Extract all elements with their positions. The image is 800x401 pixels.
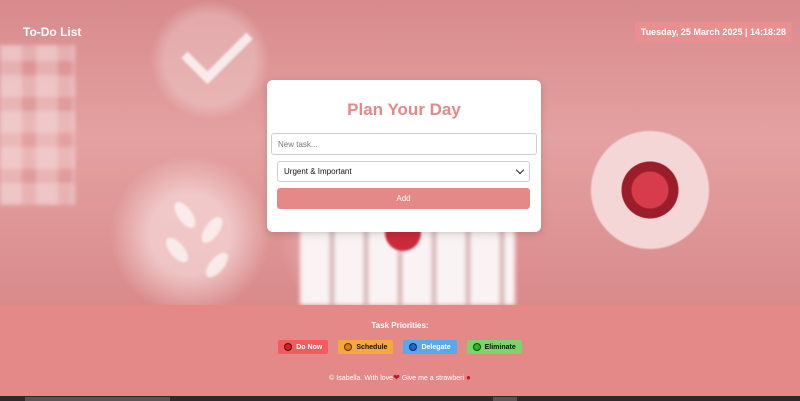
strawberry-link[interactable]: Give me a strawberi [402, 375, 464, 382]
credit-line: © Isabella. With love❤ Give me a strawber… [0, 373, 800, 382]
legend-badge-do-now: Do Now [278, 340, 329, 354]
legend-label: Eliminate [484, 343, 516, 351]
taskbar [0, 396, 800, 401]
strawberry-icon: ● [465, 373, 471, 382]
task-card: Plan Your Day Urgent & Important Add [267, 80, 541, 232]
legend-badge-eliminate: Eliminate [466, 340, 522, 354]
chevron-down-icon [515, 165, 525, 175]
app-title: To-Do List [23, 25, 82, 39]
legend-badge-schedule: Schedule [338, 340, 394, 354]
add-button[interactable]: Add [277, 188, 530, 209]
legend-label: Schedule [356, 343, 388, 351]
heart-icon: ❤ [393, 373, 400, 382]
legend-title: Task Priorities: [371, 321, 429, 330]
background-grid-decoration [0, 45, 75, 205]
background-leaf-decoration [161, 234, 193, 266]
priority-legend: Do Now Schedule Delegate Eliminate [0, 340, 800, 354]
circle-icon [344, 343, 353, 351]
circle-icon [284, 343, 293, 351]
legend-label: Delegate [421, 343, 451, 351]
circle-icon [409, 343, 418, 351]
task-input[interactable] [271, 133, 537, 155]
background-leaf-decoration [201, 249, 233, 281]
legend-badge-delegate: Delegate [403, 340, 457, 354]
circle-icon [472, 343, 481, 351]
legend-label: Do Now [296, 343, 323, 351]
taskbar-item[interactable] [493, 397, 517, 401]
priority-select-value: Urgent & Important [284, 167, 352, 176]
taskbar-item[interactable] [25, 397, 170, 401]
background-leaf-decoration [197, 213, 227, 247]
footer: Task Priorities: Do Now Schedule Delegat… [0, 305, 800, 396]
priority-select[interactable]: Urgent & Important [277, 161, 530, 182]
card-title: Plan Your Day [347, 100, 461, 119]
datetime-display: Tuesday, 25 March 2025 | 14:18:28 [634, 22, 792, 42]
background-leaf-decoration [170, 198, 200, 232]
credit-text: © Isabella. With love [329, 375, 394, 382]
header: To-Do List Tuesday, 25 March 2025 | 14:1… [0, 0, 800, 60]
